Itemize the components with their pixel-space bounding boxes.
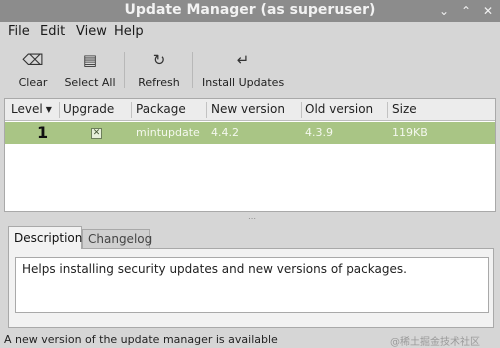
column-divider [387, 102, 388, 118]
column-divider [301, 102, 302, 118]
table-row[interactable]: 1 ✕ mintupdate 4.4.2 4.3.9 119KB [5, 122, 495, 144]
clear-label: Clear [18, 76, 48, 89]
maximize-icon[interactable]: ⌃ [458, 3, 474, 19]
column-old-version[interactable]: Old version [305, 102, 373, 116]
description-panel: Helps installing security updates and ne… [8, 248, 494, 328]
column-package[interactable]: Package [136, 102, 186, 116]
pane-splitter-handle[interactable]: ⋯ [248, 214, 257, 223]
column-size[interactable]: Size [392, 102, 417, 116]
install-updates-label: Install Updates [202, 76, 285, 89]
document-icon: ▤ [82, 51, 98, 69]
column-divider [206, 102, 207, 118]
refresh-label: Refresh [138, 76, 180, 89]
status-bar: A new version of the update manager is a… [0, 332, 500, 348]
close-icon[interactable]: ✕ [480, 3, 496, 19]
backspace-icon: ⌫ [22, 51, 44, 69]
column-level[interactable]: Level ▼ [11, 102, 52, 116]
minimize-icon[interactable]: ⌄ [436, 3, 452, 19]
size-cell: 119KB [392, 126, 428, 139]
toolbar-separator [192, 52, 193, 88]
menu-view[interactable]: View [76, 24, 107, 39]
sort-down-icon: ▼ [45, 105, 52, 114]
old-version-cell: 4.3.9 [305, 126, 333, 139]
menu-file[interactable]: File [8, 24, 30, 39]
status-message: A new version of the update manager is a… [4, 333, 278, 346]
column-divider [59, 102, 60, 118]
enter-arrow-icon: ↵ [236, 51, 250, 69]
refresh-button[interactable]: ↻ Refresh [136, 50, 182, 92]
tab-description[interactable]: Description [8, 226, 82, 249]
window-title: Update Manager (as superuser) [124, 2, 376, 18]
menu-help[interactable]: Help [114, 24, 144, 39]
column-upgrade[interactable]: Upgrade [63, 102, 114, 116]
column-new-version[interactable]: New version [211, 102, 285, 116]
select-all-label: Select All [64, 76, 116, 89]
install-updates-button[interactable]: ↵ Install Updates [202, 50, 284, 92]
menu-edit[interactable]: Edit [40, 24, 65, 39]
watermark: @稀土掘金技术社区 [390, 337, 480, 348]
toolbar: ⌫ Clear ▤ Select All ↻ Refresh ↵ Install… [0, 44, 500, 92]
select-all-button[interactable]: ▤ Select All [64, 50, 116, 92]
package-cell: mintupdate [136, 126, 200, 139]
new-version-cell: 4.4.2 [211, 126, 239, 139]
clear-button[interactable]: ⌫ Clear [14, 50, 52, 92]
update-list[interactable]: Level ▼ Upgrade Package New version Old v… [4, 98, 496, 212]
tab-changelog[interactable]: Changelog [82, 229, 152, 249]
level-cell: 1 [37, 123, 49, 142]
menu-bar: File Edit View Help [0, 22, 500, 42]
upgrade-checkbox[interactable]: ✕ [91, 128, 102, 139]
description-text: Helps installing security updates and ne… [15, 257, 489, 313]
title-bar: Update Manager (as superuser) ⌄ ⌃ ✕ [0, 0, 500, 22]
refresh-icon: ↻ [152, 51, 166, 69]
column-divider [131, 102, 132, 118]
list-header: Level ▼ Upgrade Package New version Old v… [5, 99, 495, 121]
toolbar-separator [124, 52, 125, 88]
